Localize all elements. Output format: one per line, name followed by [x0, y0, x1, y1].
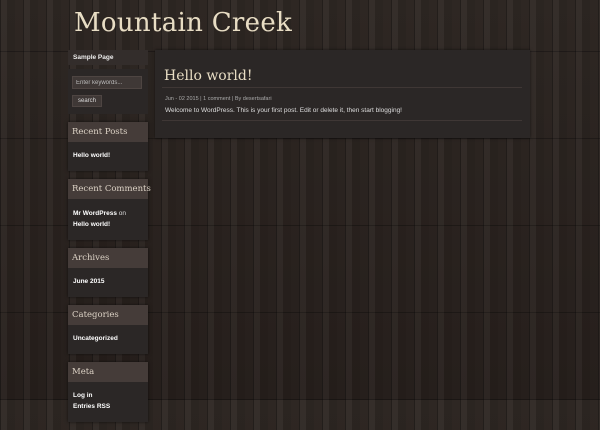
categories-widget: Categories Uncategorized	[68, 305, 148, 354]
recent-comments-widget: Recent Comments Mr WordPress on Hello wo…	[68, 179, 151, 240]
archives-widget: Archives June 2015	[68, 248, 148, 297]
post-date: Jun - 02 2015	[165, 96, 199, 102]
meta-separator: |	[231, 96, 234, 102]
recent-posts-title: Recent Posts	[68, 122, 148, 142]
post-author[interactable]: By desertsafari	[235, 96, 272, 102]
site-title[interactable]: Mountain Creek	[74, 8, 292, 38]
recent-posts-widget: Recent Posts Hello world!	[68, 122, 148, 171]
title-divider	[162, 87, 522, 88]
archive-link[interactable]: June 2015	[73, 278, 104, 285]
search-input[interactable]	[72, 76, 142, 89]
comments-link[interactable]: 1 comment	[203, 96, 230, 102]
search-button[interactable]: search	[72, 95, 103, 107]
archives-title: Archives	[68, 248, 148, 268]
post-title[interactable]: Hello world!	[164, 68, 253, 84]
comment-post-link[interactable]: Hello world!	[73, 221, 110, 228]
category-link[interactable]: Uncategorized	[73, 335, 118, 342]
search-widget: search	[68, 69, 148, 114]
post-body: Welcome to WordPress. This is your first…	[165, 107, 402, 114]
sample-page-link[interactable]: Sample Page	[68, 50, 148, 65]
meta-widget: Meta Log in Entries RSS	[68, 362, 148, 422]
comment-author-link[interactable]: Mr WordPress	[73, 210, 117, 217]
comment-connector: on	[118, 210, 126, 217]
recent-post-link[interactable]: Hello world!	[73, 152, 110, 159]
recent-comments-title: Recent Comments	[68, 179, 151, 199]
categories-title: Categories	[68, 305, 148, 325]
sidebar: Sample Page search Recent Posts Hello wo…	[68, 50, 151, 430]
meta-separator: |	[200, 96, 202, 102]
entries-rss-link[interactable]: Entries RSS	[73, 403, 110, 410]
pages-widget: Sample Page	[68, 50, 148, 65]
post-divider	[162, 120, 522, 121]
post-panel: Hello world! Jun - 02 2015 | 1 comment |…	[155, 50, 530, 138]
post-meta: Jun - 02 2015 | 1 comment | By desertsaf…	[165, 96, 272, 102]
meta-title: Meta	[68, 362, 148, 382]
login-link[interactable]: Log in	[73, 392, 93, 399]
